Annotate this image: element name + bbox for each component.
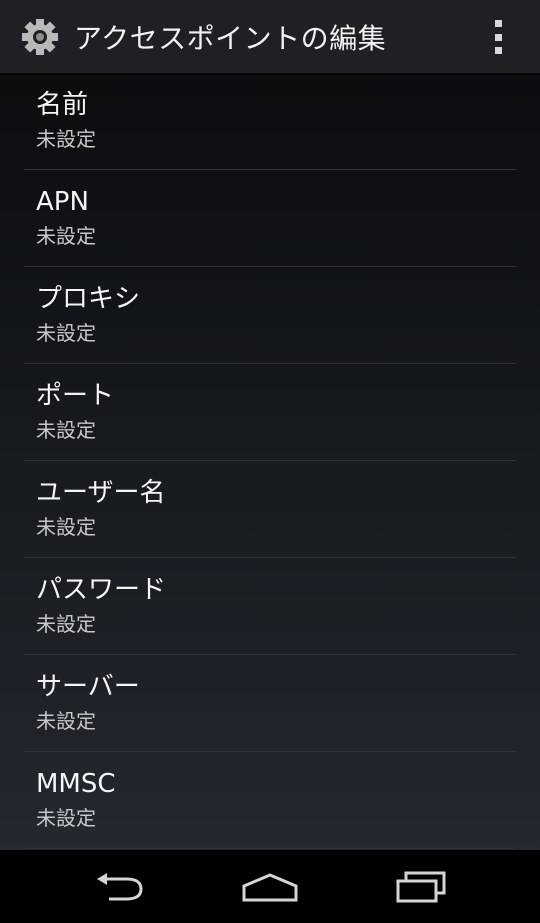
setting-value: 未設定: [36, 321, 96, 345]
action-bar: アクセスポイントの編集: [0, 0, 540, 73]
setting-title: プロキシ: [36, 284, 141, 314]
home-button[interactable]: [220, 860, 320, 914]
back-button[interactable]: [69, 860, 169, 914]
setting-item-port[interactable]: ポート 未設定: [24, 364, 516, 461]
setting-value: 未設定: [36, 806, 96, 830]
setting-title: サーバー: [36, 672, 140, 702]
setting-item-username[interactable]: ユーザー名 未設定: [24, 461, 516, 558]
setting-value: 未設定: [36, 515, 96, 539]
settings-gear-icon[interactable]: [20, 17, 60, 57]
system-navigation-bar: [0, 850, 540, 923]
setting-title: 名前: [36, 90, 89, 120]
page-title: アクセスポイントの編集: [74, 21, 387, 55]
apn-settings-list: 名前 未設定 APN 未設定 プロキシ 未設定 ポート 未設定 ユーザー名 未設…: [0, 73, 540, 850]
setting-value: 未設定: [36, 224, 96, 248]
setting-item-name[interactable]: 名前 未設定: [24, 73, 516, 170]
setting-item-proxy[interactable]: プロキシ 未設定: [24, 267, 516, 364]
setting-value: 未設定: [36, 418, 96, 442]
setting-title: ユーザー名: [36, 478, 166, 508]
overflow-dot-icon: [494, 20, 502, 27]
setting-item-apn[interactable]: APN 未設定: [24, 170, 516, 267]
access-point-editor-screen: アクセスポイントの編集 名前 未設定 APN 未設定 プロキシ 未設定 ポート …: [0, 0, 540, 923]
overflow-menu-icon[interactable]: [486, 20, 510, 54]
recent-apps-icon: [396, 871, 446, 903]
setting-value: 未設定: [36, 127, 96, 151]
overflow-dot-icon: [494, 33, 502, 41]
setting-item-mmsc[interactable]: MMSC 未設定: [24, 752, 516, 849]
setting-item-password[interactable]: パスワード 未設定: [24, 558, 516, 655]
setting-value: 未設定: [36, 612, 96, 636]
setting-item-server[interactable]: サーバー 未設定: [24, 655, 516, 752]
back-icon: [97, 873, 143, 901]
setting-title: MMSC: [36, 769, 116, 799]
setting-value: 未設定: [36, 709, 96, 733]
recent-apps-button[interactable]: [371, 860, 471, 914]
setting-title: ポート: [36, 381, 115, 411]
setting-title: APN: [36, 187, 89, 217]
setting-title: パスワード: [36, 575, 167, 605]
overflow-dot-icon: [494, 47, 502, 54]
home-icon: [242, 873, 298, 902]
